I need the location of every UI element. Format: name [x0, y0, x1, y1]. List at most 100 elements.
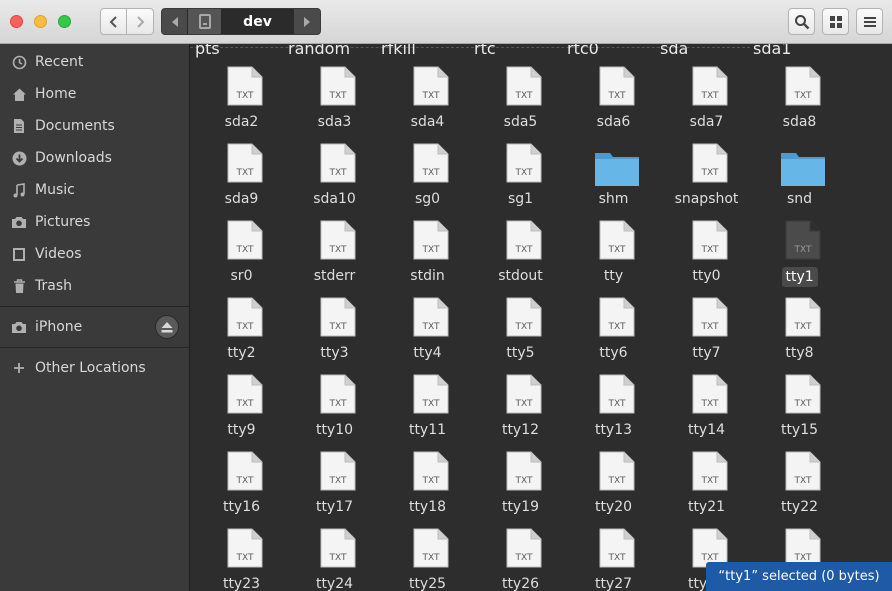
file-item[interactable]: TXT tty25: [381, 528, 474, 591]
file-item[interactable]: TXT tty14: [660, 374, 753, 451]
svg-text:TXT: TXT: [328, 168, 347, 178]
file-item[interactable]: TXT tty10: [288, 374, 381, 451]
file-item[interactable]: TXT tty24: [288, 528, 381, 591]
sidebar-item-other-locations[interactable]: Other Locations: [0, 352, 189, 384]
svg-text:TXT: TXT: [328, 399, 347, 409]
file-item[interactable]: TXT tty18: [381, 451, 474, 528]
file-item[interactable]: TXT tty15: [753, 374, 846, 451]
text-file-icon: TXT: [599, 297, 635, 337]
file-item[interactable]: TXT tty17: [288, 451, 381, 528]
view-grid-button[interactable]: [822, 8, 849, 35]
file-item[interactable]: TXT tty19: [474, 451, 567, 528]
folder-item[interactable]: shm: [567, 143, 660, 220]
file-item[interactable]: TXT sda6: [567, 66, 660, 143]
hamburger-icon: [863, 16, 876, 27]
file-item[interactable]: TXT sda10: [288, 143, 381, 220]
sidebar-item-label: Other Locations: [35, 360, 146, 376]
file-item[interactable]: TXT tty8: [753, 297, 846, 374]
file-item[interactable]: TXT sda8: [753, 66, 846, 143]
folder-item[interactable]: snd: [753, 143, 846, 220]
path-root-drive[interactable]: [188, 9, 222, 34]
file-label: sda6: [596, 114, 631, 130]
file-item[interactable]: TXT sg0: [381, 143, 474, 220]
maximize-window-button[interactable]: [58, 15, 71, 28]
file-label: sda: [660, 44, 689, 58]
back-button[interactable]: [100, 8, 127, 35]
file-item[interactable]: TXT sda7: [660, 66, 753, 143]
forward-button[interactable]: [127, 8, 154, 35]
svg-text:TXT: TXT: [700, 91, 719, 101]
file-item[interactable]: TXT tty23: [195, 528, 288, 591]
close-window-button[interactable]: [10, 15, 23, 28]
file-item[interactable]: TXT tty7: [660, 297, 753, 374]
text-file-icon: TXT: [599, 451, 635, 491]
sidebar-item-recent[interactable]: Recent: [0, 46, 189, 78]
search-button[interactable]: [788, 8, 815, 35]
file-item[interactable]: TXT sda2: [195, 66, 288, 143]
file-item[interactable]: TXT tty27: [567, 528, 660, 591]
path-scroll-right-button[interactable]: [294, 9, 320, 34]
file-item[interactable]: TXT tty5: [474, 297, 567, 374]
svg-text:TXT: TXT: [235, 553, 254, 563]
file-item[interactable]: TXT tty11: [381, 374, 474, 451]
eject-button[interactable]: [155, 315, 179, 339]
sidebar-item-pictures[interactable]: Pictures: [0, 206, 189, 238]
sidebar-item-documents[interactable]: Documents: [0, 110, 189, 142]
file-item[interactable]: TXT tty13: [567, 374, 660, 451]
file-item[interactable]: TXT tty20: [567, 451, 660, 528]
text-file-icon: TXT: [413, 143, 449, 183]
file-item[interactable]: TXT stderr: [288, 220, 381, 297]
text-file-icon: TXT: [320, 451, 356, 491]
svg-text:TXT: TXT: [328, 91, 347, 101]
sidebar-item-downloads[interactable]: Downloads: [0, 142, 189, 174]
path-scroll-left-button[interactable]: [162, 9, 188, 34]
file-item[interactable]: TXT tty16: [195, 451, 288, 528]
file-item[interactable]: TXT sda5: [474, 66, 567, 143]
file-label: pts: [195, 44, 220, 58]
text-file-icon: TXT: [599, 66, 635, 106]
sidebar-item-music[interactable]: Music: [0, 174, 189, 206]
file-item[interactable]: TXT tty26: [474, 528, 567, 591]
file-item[interactable]: TXT stdin: [381, 220, 474, 297]
file-item[interactable]: TXT tty22: [753, 451, 846, 528]
file-item[interactable]: TXT tty4: [381, 297, 474, 374]
text-file-icon: TXT: [320, 220, 356, 260]
menu-button[interactable]: [856, 8, 883, 35]
minimize-window-button[interactable]: [34, 15, 47, 28]
file-item[interactable]: TXT sda3: [288, 66, 381, 143]
file-item[interactable]: TXT sr0: [195, 220, 288, 297]
file-item[interactable]: TXT tty9: [195, 374, 288, 451]
file-item[interactable]: TXT sda4: [381, 66, 474, 143]
file-label: tty0: [692, 268, 721, 284]
sidebar-item-trash[interactable]: Trash: [0, 270, 189, 302]
svg-text:TXT: TXT: [607, 553, 626, 563]
sidebar-item-iphone[interactable]: iPhone: [0, 311, 189, 343]
file-item[interactable]: TXT sg1: [474, 143, 567, 220]
file-item[interactable]: TXT stdout: [474, 220, 567, 297]
file-label: sda4: [410, 114, 445, 130]
file-item[interactable]: TXT snapshot: [660, 143, 753, 220]
text-file-icon: TXT: [785, 297, 821, 337]
sidebar-item-home[interactable]: Home: [0, 78, 189, 110]
file-item[interactable]: TXT tty6: [567, 297, 660, 374]
text-file-icon: TXT: [227, 66, 263, 106]
svg-text:TXT: TXT: [607, 245, 626, 255]
svg-text:TXT: TXT: [793, 245, 812, 255]
file-item[interactable]: TXT tty21: [660, 451, 753, 528]
svg-text:TXT: TXT: [235, 399, 254, 409]
file-label: sda3: [317, 114, 352, 130]
path-current-folder[interactable]: dev: [222, 9, 294, 34]
file-item[interactable]: TXT tty0: [660, 220, 753, 297]
sidebar-item-videos[interactable]: Videos: [0, 238, 189, 270]
file-item[interactable]: TXT sda9: [195, 143, 288, 220]
svg-text:TXT: TXT: [514, 91, 533, 101]
grid-icon: [829, 15, 842, 28]
file-item[interactable]: TXT tty1: [753, 220, 846, 297]
file-item[interactable]: TXT tty: [567, 220, 660, 297]
file-item[interactable]: TXT tty2: [195, 297, 288, 374]
file-item[interactable]: TXT tty12: [474, 374, 567, 451]
text-file-icon: TXT: [692, 297, 728, 337]
music-icon: [10, 181, 28, 199]
file-item[interactable]: TXT tty3: [288, 297, 381, 374]
file-label: tty3: [320, 345, 349, 361]
